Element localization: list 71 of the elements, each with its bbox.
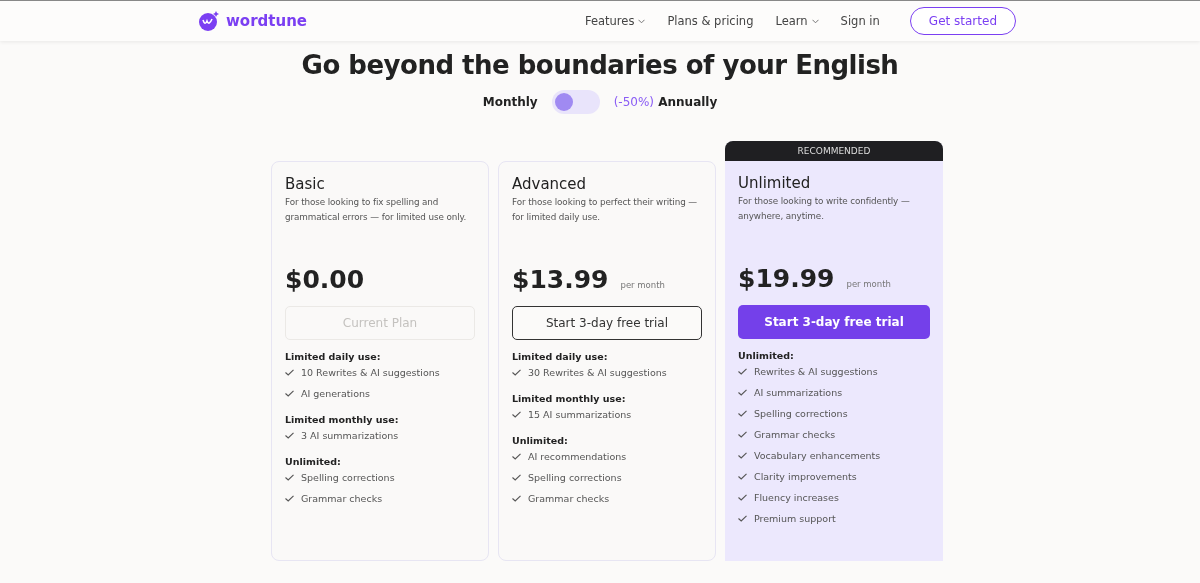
check-icon: [512, 474, 521, 481]
plan-description: For those looking to perfect their writing — for limited daily use.: [512, 196, 699, 224]
check-icon: [285, 432, 294, 439]
feature-heading: Unlimited:: [512, 435, 569, 446]
logo-icon: [198, 10, 220, 32]
feature-item: AI summarizations: [754, 387, 843, 398]
plan-description: For those looking to fix spelling and grammatical errors — for limited use only.: [285, 196, 468, 224]
discount-label: (-50%): [613, 95, 655, 109]
nav-link[interactable]: Plans & pricing: [667, 14, 754, 28]
check-icon: [738, 515, 747, 522]
feature-item: AI generations: [301, 388, 370, 399]
feature-heading: Unlimited:: [738, 350, 795, 361]
price-period: per month: [620, 280, 665, 290]
feature-item: Spelling corrections: [528, 472, 622, 483]
plan-price: $0.00: [285, 265, 365, 294]
plan-price: $19.99: [738, 264, 835, 293]
feature-item: Grammar checks: [301, 493, 383, 504]
get-started-button[interactable]: Get started: [909, 7, 1016, 35]
caret-icon: [811, 18, 819, 24]
check-icon: [512, 495, 521, 502]
feature-item: Grammar checks: [754, 429, 836, 440]
caret-icon: [638, 18, 646, 24]
check-icon: [285, 474, 294, 481]
page-headline: Go beyond the boundaries of your English: [300, 50, 900, 80]
check-icon: [512, 369, 521, 376]
plan-name: Unlimited: [738, 174, 812, 192]
free-trial-button[interactable]: Start 3-day free trial: [512, 306, 702, 340]
check-icon: [738, 494, 747, 501]
check-icon: [738, 410, 747, 417]
plan-price: $13.99: [512, 265, 609, 294]
feature-item: Spelling corrections: [301, 472, 395, 483]
nav-link[interactable]: Features: [584, 14, 646, 28]
check-icon: [512, 453, 521, 460]
feature-item: Premium support: [754, 513, 836, 524]
feature-item: Spelling corrections: [754, 408, 848, 419]
feature-item: AI recommendations: [528, 451, 627, 462]
billing-toggle[interactable]: [551, 90, 600, 114]
feature-item: Fluency increases: [754, 492, 839, 503]
feature-heading: Limited monthly use:: [285, 414, 400, 425]
check-icon: [738, 431, 747, 438]
feature-item: 15 AI summarizations: [528, 409, 632, 420]
logo-text[interactable]: wordtune: [226, 12, 307, 30]
feature-item: 30 Rewrites & AI suggestions: [528, 367, 667, 378]
plan-name: Basic: [285, 175, 326, 193]
feature-heading: Limited monthly use:: [512, 393, 627, 404]
check-icon: [738, 452, 747, 459]
feature-item: Vocabulary enhancements: [754, 450, 881, 461]
plan-name: Advanced: [512, 175, 588, 193]
nav-link[interactable]: Learn: [775, 14, 819, 28]
feature-item: 3 AI summarizations: [301, 430, 399, 441]
monthly-label: Monthly: [482, 95, 538, 109]
check-icon: [285, 390, 294, 397]
check-icon: [738, 368, 747, 375]
feature-item: Grammar checks: [528, 493, 610, 504]
plan-description: For those looking to write confidently — anywhere, anytime.: [738, 195, 911, 223]
feature-item: Rewrites & AI suggestions: [754, 366, 878, 377]
check-icon: [285, 369, 294, 376]
check-icon: [285, 495, 294, 502]
feature-heading: Unlimited:: [285, 456, 342, 467]
price-period: per month: [846, 279, 891, 289]
nav-link[interactable]: Sign in: [840, 14, 880, 28]
annually-label: Annually: [658, 95, 718, 109]
feature-item: 10 Rewrites & AI suggestions: [301, 367, 440, 378]
free-trial-button[interactable]: Start 3-day free trial: [738, 305, 930, 339]
recommended-badge: RECOMMENDED: [725, 141, 943, 161]
check-icon: [512, 411, 521, 418]
check-icon: [738, 389, 747, 396]
feature-heading: Limited daily use:: [512, 351, 609, 362]
check-icon: [738, 473, 747, 480]
feature-heading: Limited daily use:: [285, 351, 382, 362]
feature-item: Clarity improvements: [754, 471, 857, 482]
